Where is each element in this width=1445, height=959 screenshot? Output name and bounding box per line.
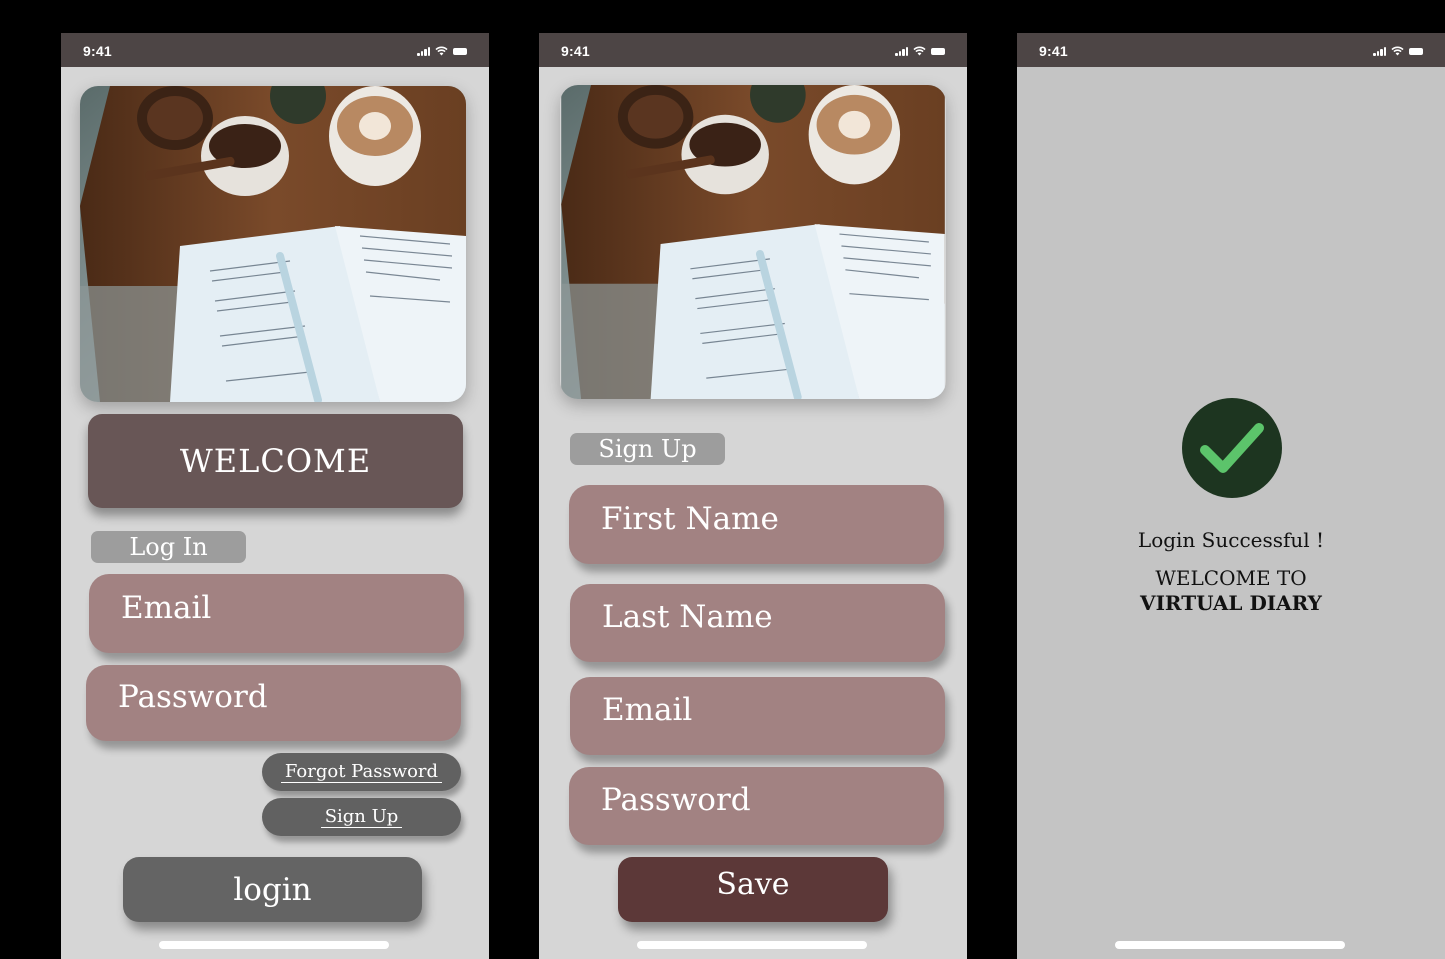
status-bar: 9:41 bbox=[1017, 33, 1445, 67]
status-time: 9:41 bbox=[83, 43, 112, 59]
status-icons bbox=[417, 44, 467, 56]
signup-password-field[interactable]: Password bbox=[569, 767, 944, 845]
signup-screen: 9:41 Sign Up First Name Last Name Email … bbox=[539, 33, 967, 959]
signal-icon bbox=[1373, 46, 1386, 56]
welcome-banner: WELCOME bbox=[88, 414, 463, 508]
checkmark-icon bbox=[1200, 423, 1264, 473]
forgot-password-button[interactable]: Forgot Password bbox=[262, 753, 461, 791]
login-screen: 9:41 WELCOME Log In Email Password Forgo… bbox=[61, 33, 489, 959]
status-icons bbox=[1373, 44, 1423, 56]
status-bar: 9:41 bbox=[61, 33, 489, 67]
success-message: Login Successful ! bbox=[1137, 528, 1325, 552]
coffee-diary-photo bbox=[560, 85, 946, 399]
sign-up-link-button[interactable]: Sign Up bbox=[262, 798, 461, 836]
app-name-text: VIRTUAL DIARY bbox=[1140, 591, 1322, 615]
email-field[interactable]: Email bbox=[89, 574, 464, 653]
signup-section-label: Sign Up bbox=[570, 433, 725, 465]
welcome-to-text: WELCOME TO bbox=[1155, 566, 1307, 590]
login-button[interactable]: login bbox=[123, 857, 422, 922]
battery-icon bbox=[931, 48, 945, 55]
home-indicator bbox=[1115, 941, 1345, 949]
home-indicator bbox=[637, 941, 867, 949]
status-icons bbox=[895, 44, 945, 56]
success-screen: 9:41 Login Successful ! WELCOME TO VIRTU… bbox=[1017, 33, 1445, 959]
login-section-label: Log In bbox=[91, 531, 246, 563]
wifi-icon bbox=[1391, 46, 1404, 56]
last-name-field[interactable]: Last Name bbox=[570, 584, 945, 662]
battery-icon bbox=[453, 48, 467, 55]
success-check-badge bbox=[1182, 398, 1282, 498]
welcome-title: WELCOME bbox=[179, 442, 372, 480]
wifi-icon bbox=[913, 46, 926, 56]
coffee-diary-photo bbox=[80, 86, 466, 402]
save-button[interactable]: Save bbox=[618, 857, 888, 922]
signup-email-field[interactable]: Email bbox=[570, 677, 945, 755]
home-indicator bbox=[159, 941, 389, 949]
wifi-icon bbox=[435, 46, 448, 56]
status-bar: 9:41 bbox=[539, 33, 967, 67]
signal-icon bbox=[895, 46, 908, 56]
first-name-field[interactable]: First Name bbox=[569, 485, 944, 564]
battery-icon bbox=[1409, 48, 1423, 55]
password-field[interactable]: Password bbox=[86, 665, 461, 741]
signal-icon bbox=[417, 46, 430, 56]
status-time: 9:41 bbox=[561, 43, 590, 59]
status-time: 9:41 bbox=[1039, 43, 1068, 59]
